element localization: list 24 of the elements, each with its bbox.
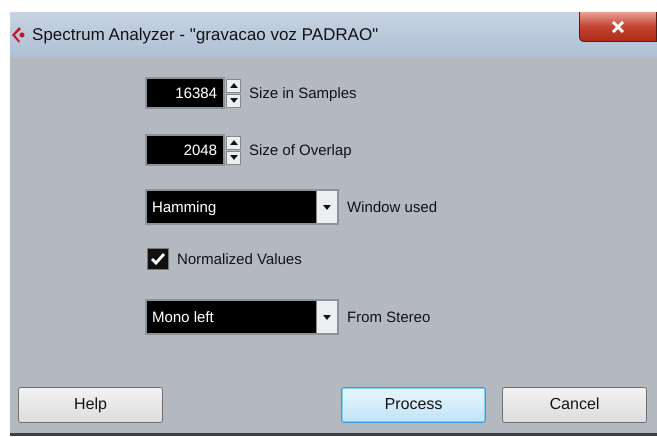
cancel-button[interactable]: Cancel — [502, 387, 647, 423]
help-button[interactable]: Help — [18, 387, 163, 423]
checkbox[interactable] — [147, 248, 169, 270]
setting-label: From Stereo — [347, 308, 430, 326]
app-logo-icon — [10, 26, 26, 44]
number-field[interactable]: 16384 — [145, 77, 225, 109]
up-arrow-icon — [230, 83, 238, 88]
number-field[interactable]: 2048 — [145, 134, 225, 166]
setting-label: Normalized Values — [177, 250, 302, 268]
setting-label: Window used — [347, 198, 438, 216]
setting-label: Size in Samples — [249, 84, 357, 102]
window-title: Spectrum Analyzer - "gravacao voz PADRAO" — [32, 25, 378, 45]
increment-button[interactable] — [226, 136, 241, 150]
checkmark-icon — [150, 252, 166, 266]
up-arrow-icon — [230, 140, 238, 145]
close-button[interactable] — [579, 12, 657, 42]
close-icon — [611, 20, 625, 32]
process-button[interactable]: Process — [341, 387, 486, 423]
decrement-button[interactable] — [226, 94, 241, 108]
down-arrow-icon — [230, 155, 238, 160]
decrement-button[interactable] — [226, 150, 241, 164]
setting-label: Size of Overlap — [249, 142, 352, 158]
down-arrow-icon — [230, 98, 238, 103]
increment-button[interactable] — [226, 78, 241, 92]
